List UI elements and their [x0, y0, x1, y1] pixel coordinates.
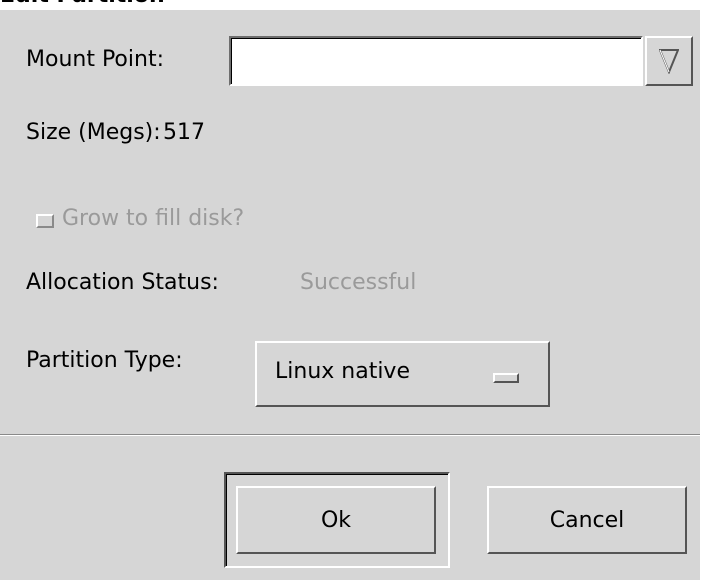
grow-to-fill-label: Grow to fill disk? [62, 206, 245, 231]
partition-type-label: Partition Type: [26, 348, 183, 373]
mount-point-input[interactable] [229, 36, 643, 86]
edit-partition-dialog: Mount Point: Size (Megs): 517 Grow to fi… [0, 10, 700, 580]
allocation-status-value: Successful [300, 270, 417, 295]
mount-point-label: Mount Point: [26, 47, 164, 72]
option-menu-indicator-icon [493, 373, 519, 383]
cancel-button[interactable]: Cancel [487, 486, 687, 554]
ok-button[interactable]: Ok [236, 486, 436, 554]
partition-type-menu[interactable]: Linux native [255, 341, 550, 407]
size-value: 517 [163, 120, 205, 145]
partition-type-value: Linux native [275, 359, 410, 384]
separator [0, 434, 700, 436]
grow-to-fill-checkbox[interactable] [36, 214, 54, 228]
window-title: Edit Partition [0, 0, 165, 8]
size-label: Size (Megs): [26, 120, 161, 145]
title-bar: Edit Partition [0, 0, 705, 10]
allocation-status-label: Allocation Status: [26, 270, 219, 295]
mount-point-dropdown-button[interactable] [645, 36, 693, 86]
triangle-down-icon [659, 49, 679, 74]
